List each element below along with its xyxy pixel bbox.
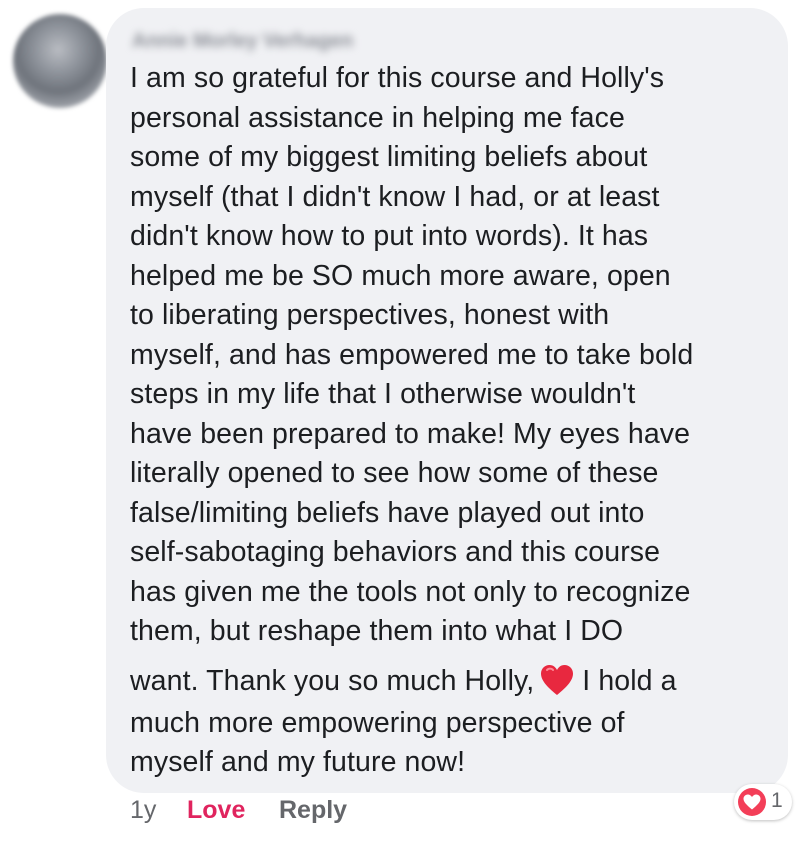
- comment-line: literally opened to see how some of thes…: [130, 457, 659, 489]
- comment-line: didn't know how to put into words). It h…: [130, 220, 649, 252]
- comment-line-with-emoji: want. Thank you so much Holly, I hold a: [130, 658, 770, 704]
- love-reaction-icon: [738, 788, 766, 816]
- comment-actions: 1y Love Reply: [0, 796, 804, 836]
- comment-line-part: I hold a: [582, 664, 677, 697]
- comment-line-part: want. Thank you so much Holly,: [130, 664, 535, 697]
- avatar[interactable]: [13, 14, 107, 108]
- comment-line: myself and my future now!: [130, 746, 466, 778]
- author-name[interactable]: Annie Morley Verhagen: [132, 30, 353, 53]
- reply-button[interactable]: Reply: [279, 796, 347, 825]
- comment-line: I am so grateful for this course and Hol…: [130, 62, 665, 94]
- comment-thread: Annie Morley Verhagen I am so grateful f…: [0, 0, 804, 842]
- comment-bubble: Annie Morley Verhagen I am so grateful f…: [106, 8, 788, 793]
- love-button[interactable]: Love: [187, 796, 245, 825]
- comment-line: to liberating perspectives, honest with: [130, 299, 610, 331]
- red-heart-emoji-icon: [540, 664, 574, 696]
- comment-line: much more empowering perspective of: [130, 706, 625, 739]
- comment-line: has given me the tools not only to recog…: [130, 575, 691, 608]
- comment-line: personal assistance in helping me face: [130, 101, 625, 134]
- comment-line: myself, and has empowered me to take bol…: [130, 338, 694, 371]
- comment-line: some of my biggest limiting beliefs abou…: [130, 141, 648, 173]
- comment-line: self-sabotaging behaviors and this cours…: [130, 536, 661, 568]
- comment-line: have been prepared to make! My eyes have: [130, 417, 691, 450]
- comment-line: steps in my life that I otherwise wouldn…: [130, 378, 636, 410]
- timestamp[interactable]: 1y: [130, 796, 156, 825]
- reaction-summary[interactable]: 1: [734, 784, 792, 820]
- comment-line: false/limiting beliefs have played out i…: [130, 496, 645, 529]
- reaction-count: 1: [771, 789, 783, 812]
- comment-line: helped me be SO much more aware, open: [130, 259, 671, 292]
- comment-line: myself (that I didn't know I had, or at …: [130, 180, 660, 213]
- comment-text: I am so grateful for this course and Hol…: [130, 59, 770, 783]
- comment-line: them, but reshape them into what I DO: [130, 615, 624, 647]
